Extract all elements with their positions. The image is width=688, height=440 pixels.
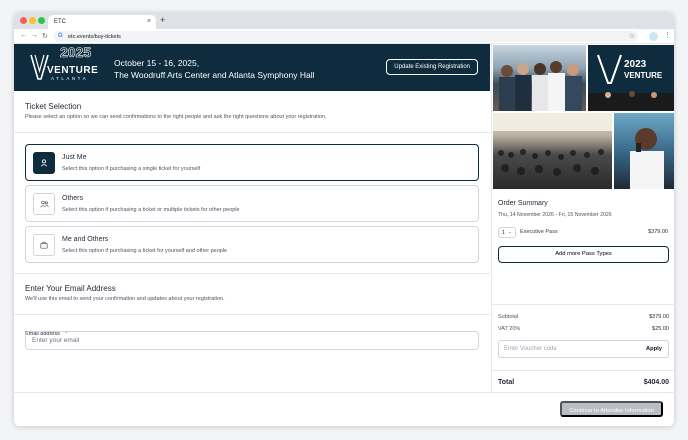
person-icon xyxy=(33,152,55,174)
subtotal-label: Subtotal xyxy=(498,314,519,320)
ticket-selection-title: Ticket Selection xyxy=(25,102,82,111)
ticket-selection-header: Ticket Selection Please select an option… xyxy=(14,102,490,120)
total-label: Total xyxy=(498,379,515,386)
event-photo-stage: 2023 VENTURE xyxy=(588,45,674,111)
apply-voucher-button[interactable]: Apply xyxy=(646,346,662,352)
browser-window: ETC × + ← → ↻ G etc.events/buy-tickets ☆… xyxy=(14,12,674,426)
venture-atlanta-logo: 2025 VENTURE ATLANTA xyxy=(30,44,98,86)
event-photo-attendees xyxy=(493,45,586,111)
logo-text: VENTURE xyxy=(47,65,99,76)
minimize-window-icon[interactable] xyxy=(29,17,36,24)
profile-avatar[interactable] xyxy=(649,32,658,41)
main-content: 2025 VENTURE ATLANTA October 15 - 16, 20… xyxy=(14,44,490,426)
chevron-down-icon: ⌄ xyxy=(507,229,512,235)
tab-close-icon[interactable]: × xyxy=(147,18,151,25)
option-label: Others xyxy=(62,195,84,202)
vat-row: VAT 20% $25.00 xyxy=(498,326,669,332)
order-summary-title: Order Summary xyxy=(498,200,548,207)
pass-price: $379.00 xyxy=(648,229,668,235)
subtotal-row: Subtotal $379.00 xyxy=(498,314,669,320)
browser-tab[interactable]: ETC × xyxy=(48,15,156,29)
maximize-window-icon[interactable] xyxy=(38,17,45,24)
url-text: etc.events/buy-tickets xyxy=(68,33,121,40)
pass-name: Executive Pass xyxy=(520,229,558,235)
option-description: Select this option if purchasing a ticke… xyxy=(62,207,240,213)
option-description: Select this option if purchasing a ticke… xyxy=(62,248,228,254)
order-sidebar: 2023 VENTURE Order Summary Thu, 14 Novem… xyxy=(491,44,674,392)
logo-year: 2025 xyxy=(60,44,92,61)
event-banner: 2025 VENTURE ATLANTA October 15 - 16, 20… xyxy=(14,44,490,91)
voucher-input[interactable]: Enter Voucher code Apply xyxy=(498,340,669,358)
email-subtitle: We'll use this email to send your confir… xyxy=(25,296,225,302)
update-registration-button[interactable]: Update Existing Registration xyxy=(386,59,478,75)
briefcase-icon xyxy=(33,234,55,256)
forward-icon[interactable]: → xyxy=(31,32,38,39)
event-photo-speaker xyxy=(614,113,674,189)
email-field[interactable]: Enter your email xyxy=(25,331,479,350)
order-dates: Thu, 14 November 2026 - Fri, 15 November… xyxy=(498,212,612,218)
option-description: Select this option if purchasing a singl… xyxy=(62,166,201,172)
option-label: Just Me xyxy=(62,154,87,161)
divider xyxy=(492,304,674,305)
browser-menu-icon[interactable]: ⋮ xyxy=(664,31,671,39)
new-tab-icon[interactable]: + xyxy=(160,15,165,25)
address-bar-row: ← → ↻ G etc.events/buy-tickets ☆ ⋮ xyxy=(14,29,674,44)
svg-text:2023: 2023 xyxy=(624,59,647,70)
google-icon: G xyxy=(58,33,63,39)
svg-text:VENTURE: VENTURE xyxy=(624,71,663,80)
email-title: Enter Your Email Address xyxy=(25,284,116,293)
bookmark-star-icon[interactable]: ☆ xyxy=(629,32,635,40)
people-icon xyxy=(33,193,55,215)
total-value: $404.00 xyxy=(643,379,669,386)
total-row: Total $404.00 xyxy=(498,379,669,386)
quantity-value: 1 xyxy=(502,230,506,236)
reload-icon[interactable]: ↻ xyxy=(42,32,48,40)
logo-sub: ATLANTA xyxy=(51,76,89,81)
subtotal-value: $379.00 xyxy=(649,314,669,320)
option-me-and-others[interactable]: Me and Others Select this option if purc… xyxy=(25,226,479,263)
ticket-selection-subtitle: Please select an option so we can send c… xyxy=(25,114,327,120)
add-pass-types-button[interactable]: Add more Pass Types xyxy=(498,246,669,263)
email-header: Enter Your Email Address We'll use this … xyxy=(14,284,490,302)
option-others[interactable]: Others Select this option if purchasing … xyxy=(25,185,479,222)
event-info: October 15 - 16, 2025, The Woodruff Arts… xyxy=(114,57,315,81)
back-icon[interactable]: ← xyxy=(20,32,27,39)
event-date: October 15 - 16, 2025, xyxy=(114,58,200,68)
tab-title: ETC xyxy=(54,19,66,25)
divider xyxy=(492,370,674,371)
quantity-select[interactable]: 1 ⌄ xyxy=(498,227,516,238)
url-bar[interactable]: G etc.events/buy-tickets ☆ xyxy=(54,31,638,42)
voucher-placeholder: Enter Voucher code xyxy=(504,346,557,352)
option-just-me[interactable]: Just Me Select this option if purchasing… xyxy=(25,144,479,181)
option-label: Me and Others xyxy=(62,236,109,243)
vat-value: $25.00 xyxy=(652,326,669,332)
event-venue: The Woodruff Arts Center and Atlanta Sym… xyxy=(114,70,315,80)
continue-button[interactable]: Continue to Attendee Information xyxy=(560,401,663,417)
vat-label: VAT 20% xyxy=(498,326,521,332)
divider xyxy=(14,314,490,315)
footer-bar: Continue to Attendee Information xyxy=(14,392,674,426)
divider xyxy=(14,132,490,133)
tab-bar: ETC × + xyxy=(14,12,674,29)
close-window-icon[interactable] xyxy=(20,17,27,24)
divider xyxy=(14,273,490,274)
event-photo-crowd xyxy=(493,113,612,189)
